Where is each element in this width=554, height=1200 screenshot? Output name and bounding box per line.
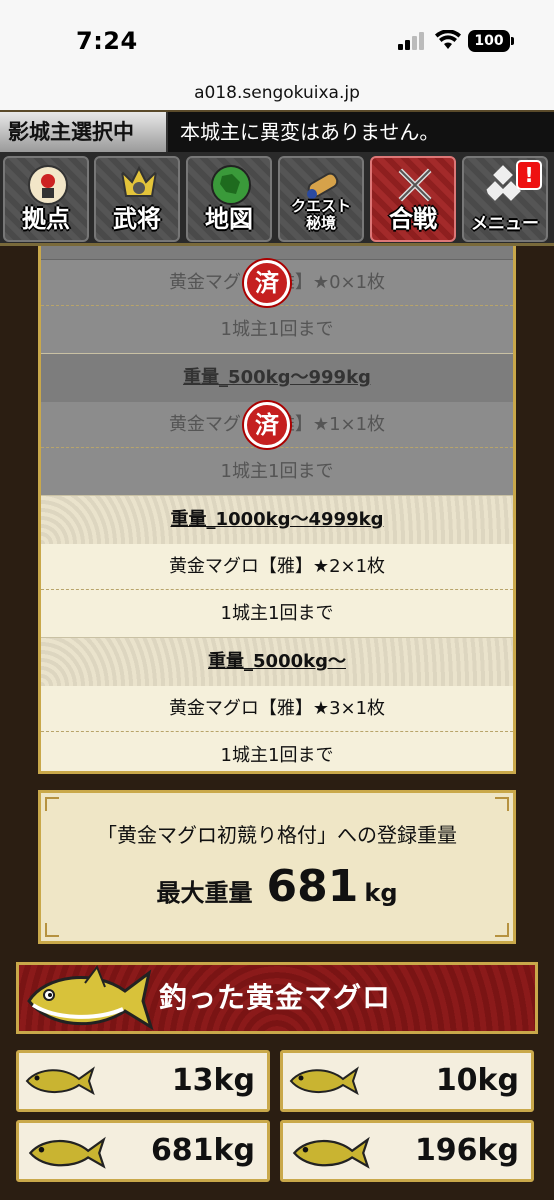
tier-header: 重量_5000kg〜	[41, 638, 513, 686]
corner-ornament	[495, 923, 509, 937]
caught-tuna-title: 釣った黄金マグロ	[159, 981, 392, 1014]
url-bar[interactable]: a018.sengokuixa.jp	[0, 80, 554, 110]
nav-quest-label-line2: 秘境	[305, 214, 336, 232]
status-time: 7:24	[76, 27, 138, 55]
claimed-stamp-icon: 済	[244, 260, 290, 306]
nav-quest-label-line1: クエスト	[290, 197, 351, 215]
tier-limit: 1城主1回まで	[41, 448, 513, 496]
nav-base-button[interactable]: 拠点	[3, 156, 89, 242]
fish-weight: 681kg	[150, 1133, 255, 1168]
tier-item: 黄金マグロ【雅】★3×1枚	[41, 686, 513, 732]
status-bar: 7:24 100	[0, 0, 554, 80]
wifi-icon	[435, 30, 461, 49]
shadow-lord-tag[interactable]: 影城主選択中	[0, 112, 168, 152]
caught-fish-card[interactable]: 10kg	[280, 1050, 534, 1112]
nav-battle-button[interactable]: 合戦	[370, 156, 456, 242]
alert-badge: !	[516, 160, 542, 190]
golden-tuna-icon	[28, 1136, 106, 1169]
signal-icon	[398, 32, 426, 50]
tier-item: 黄金マグロ【雅】★1×1枚 済	[41, 402, 513, 448]
nav-menu-label: メニュー	[471, 214, 539, 234]
tier-item: 黄金マグロ【雅】★2×1枚	[41, 544, 513, 590]
golden-tuna-icon	[292, 1136, 370, 1169]
nav-quest-label: クエスト 秘境	[280, 198, 362, 232]
tier-header: 重量_500kg〜999kg	[41, 354, 513, 402]
partial-tier-limit: 1城主1回まで	[41, 306, 513, 354]
corner-ornament	[45, 923, 59, 937]
weight-panel-title: 「黄金マグロ初競り格付」への登録重量	[97, 823, 457, 847]
game-header: 影城主選択中 本城主に異変はありません。	[0, 110, 554, 152]
max-weight-value: 681	[266, 861, 359, 912]
nav-base-label: 拠点	[22, 204, 70, 233]
fish-weight: 10kg	[435, 1063, 519, 1098]
nav-general-button[interactable]: 武将	[94, 156, 180, 242]
partial-tier-item: 黄金マグロ【雅】★0×1枚 済	[41, 260, 513, 306]
caught-tuna-banner: 釣った黄金マグロ	[16, 962, 538, 1034]
golden-tuna-icon	[289, 1066, 359, 1096]
registered-weight-panel: 「黄金マグロ初競り格付」への登録重量 最大重量 681 kg	[38, 790, 516, 944]
header-message: 本城主に異変はありません。	[180, 120, 440, 144]
corner-ornament	[495, 797, 509, 811]
caught-fish-card[interactable]: 681kg	[16, 1120, 270, 1182]
max-weight-label: 最大重量	[156, 879, 253, 907]
main-nav: 拠点 武将 地図 クエスト 秘境 合戦 ! メニュー	[0, 152, 554, 246]
golden-tuna-icon	[27, 964, 154, 1031]
nav-map-button[interactable]: 地図	[186, 156, 272, 242]
tier-limit: 1城主1回まで	[41, 590, 513, 638]
golden-tuna-icon	[25, 1066, 95, 1096]
max-weight-unit: kg	[364, 879, 398, 907]
nav-battle-label: 合戦	[389, 204, 437, 233]
tier-limit: 1城主1回まで	[41, 732, 513, 771]
caught-fish-card[interactable]: 196kg	[280, 1120, 534, 1182]
nav-menu-button[interactable]: ! メニュー	[462, 156, 548, 242]
claimed-stamp-icon: 済	[244, 402, 290, 448]
caught-fish-card[interactable]: 13kg	[16, 1050, 270, 1112]
fish-weight: 13kg	[171, 1063, 255, 1098]
tier-header: 重量_1000kg〜4999kg	[41, 496, 513, 544]
max-weight-line: 最大重量 681 kg	[41, 861, 513, 912]
battery-icon: 100	[468, 30, 510, 52]
nav-map-label: 地図	[205, 204, 253, 233]
nav-quest-button[interactable]: クエスト 秘境	[278, 156, 364, 242]
nav-general-label: 武将	[113, 204, 161, 233]
corner-ornament	[45, 797, 59, 811]
fish-weight: 196kg	[414, 1133, 519, 1168]
reward-table: 黄金マグロ【雅】★0×1枚 済 1城主1回まで 重量_500kg〜999kg 黄…	[38, 246, 516, 774]
bottom-edge	[0, 1190, 554, 1200]
partial-tier-header	[41, 246, 513, 260]
battery-tip	[511, 37, 514, 45]
